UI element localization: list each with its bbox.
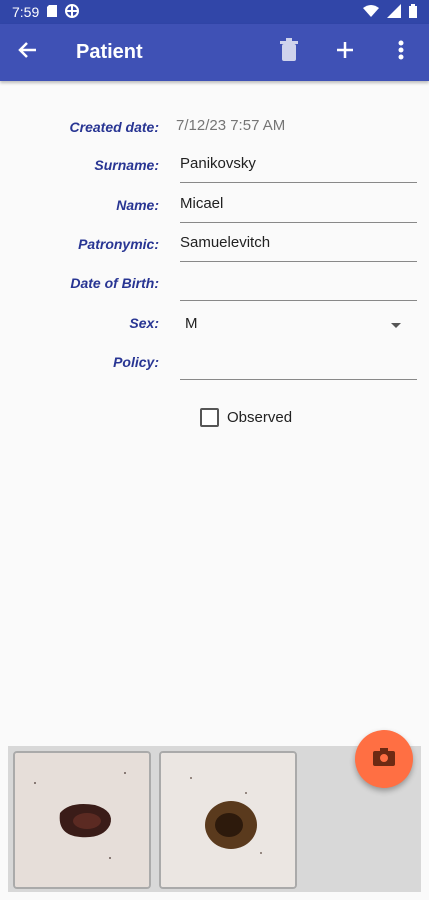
vpn-icon [65,3,80,21]
created-date-value: 7/12/23 7:57 AM [176,117,286,134]
photo-thumbnail[interactable] [13,751,151,889]
status-bar: 7:59 [0,0,429,24]
status-time: 7:59 [12,4,40,20]
sex-row: Sex: M [0,303,429,343]
name-label: Name: [116,197,159,213]
lesion-image [15,753,149,887]
trash-icon [280,38,298,67]
policy-underline [180,379,417,380]
chevron-down-icon[interactable] [391,323,401,328]
status-left: 7:59 [12,3,80,21]
birth-underline [180,300,417,301]
wifi-icon [363,4,379,20]
birth-label: Date of Birth: [70,275,159,291]
birth-row: Date of Birth: [0,263,429,303]
surname-label: Surname: [94,157,159,173]
observed-checkbox-row[interactable]: Observed [200,408,292,427]
policy-label: Policy: [113,354,159,370]
delete-button[interactable] [261,25,317,81]
app-bar: Patient [0,24,429,81]
more-vert-icon [398,40,404,65]
created-date-row: Created date: 7/12/23 7:57 AM [0,107,429,147]
photo-thumbnail[interactable] [159,751,297,889]
camera-button[interactable] [355,730,413,788]
sim-icon [47,4,58,20]
sex-label: Sex: [129,315,159,331]
plus-icon [337,42,353,63]
patronymic-label: Patronymic: [78,236,159,252]
name-field[interactable]: Micael [180,195,223,212]
add-button[interactable] [317,25,373,81]
patronymic-row: Patronymic: Samuelevitch [0,224,429,264]
arrow-left-icon [18,40,38,65]
surname-field[interactable]: Panikovsky [180,155,256,172]
patronymic-field[interactable]: Samuelevitch [180,234,270,251]
signal-icon [387,3,401,21]
observed-label: Observed [227,409,293,426]
policy-row: Policy: [0,342,429,382]
observed-checkbox[interactable] [200,408,219,427]
lesion-image [161,753,295,887]
created-date-label: Created date: [69,119,159,135]
more-options-button[interactable] [373,25,429,81]
surname-underline [180,182,417,183]
name-row: Name: Micael [0,185,429,225]
surname-row: Surname: Panikovsky [0,145,429,185]
status-right [363,3,417,21]
camera-icon [373,747,395,771]
patronymic-underline [180,261,417,262]
back-button[interactable] [0,25,56,81]
sex-select[interactable]: M [185,315,198,332]
battery-icon [409,3,417,21]
page-title: Patient [76,41,143,63]
name-underline [180,222,417,223]
